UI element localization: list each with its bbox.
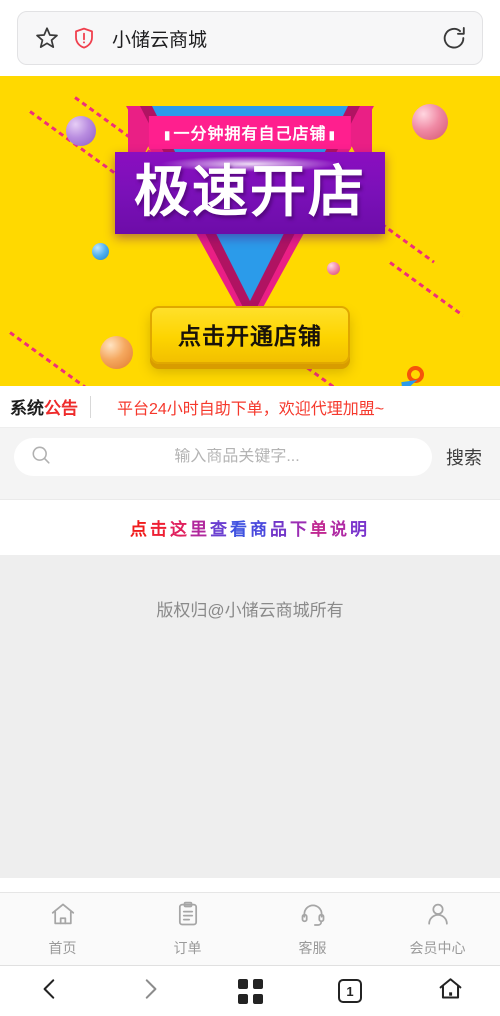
notice-divider [90, 395, 91, 418]
order-instructions-char: 说 [330, 520, 350, 539]
order-instructions-char: 品 [270, 520, 290, 539]
order-instructions-char: 这 [170, 520, 190, 539]
open-shop-button[interactable]: 点击开通店铺 [150, 306, 350, 364]
banner-ribbon-text: 一分钟拥有自己店铺 [162, 124, 338, 143]
tab-home[interactable]: 首页 [0, 893, 125, 965]
forward-chevron-icon [137, 976, 163, 1007]
decor-ring-arrow [401, 366, 430, 386]
open-shop-button-label: 点击开通店铺 [178, 324, 322, 350]
banner-ribbon: 一分钟拥有自己店铺 [148, 116, 352, 149]
notice-label-black: 系统 [10, 399, 44, 418]
tab-support[interactable]: 客服 [250, 893, 375, 965]
back-chevron-icon [37, 976, 63, 1007]
browser-bottom-bar: 1 [0, 966, 500, 1016]
decor-sphere-purple [66, 116, 96, 146]
browser-forward-button[interactable] [100, 976, 200, 1007]
tab-support-label: 客服 [298, 940, 327, 956]
home-icon [49, 900, 77, 933]
search-button[interactable]: 搜索 [446, 444, 488, 470]
browser-home-button[interactable] [400, 975, 500, 1007]
order-instructions-char: 商 [250, 520, 270, 539]
order-instructions-char: 明 [350, 520, 370, 539]
order-instructions-row: 点击这里查看商品下单说明 [0, 500, 500, 556]
order-instructions-char: 点 [130, 520, 150, 539]
system-notice-label: 系统公告 [10, 394, 78, 419]
system-notice-text: 平台24小时自助下单，欢迎代理加盟~ [117, 400, 385, 418]
tab-count-badge: 1 [338, 979, 362, 1003]
banner-headline: 极速开店 [134, 160, 366, 225]
refresh-icon[interactable] [440, 24, 468, 52]
order-instructions-char: 单 [310, 520, 330, 539]
order-instructions-char: 看 [230, 520, 250, 539]
tab-orders-label: 订单 [173, 940, 202, 956]
search-icon [30, 444, 52, 471]
section-spacer [0, 486, 500, 500]
order-instructions-char: 下 [290, 520, 310, 539]
order-instructions-char: 里 [190, 520, 210, 539]
star-icon[interactable] [34, 25, 60, 51]
home-icon [437, 975, 464, 1007]
tab-orders[interactable]: 订单 [125, 893, 250, 965]
tab-member-center[interactable]: 会员中心 [375, 893, 500, 965]
decor-sphere-blue [92, 243, 109, 260]
decor-sphere-orange [100, 336, 133, 369]
browser-menu-button[interactable] [200, 978, 300, 1004]
system-notice-bar[interactable]: 系统公告 平台24小时自助下单，欢迎代理加盟~ [0, 386, 500, 428]
app-tab-bar: 首页 订单 客服 会员中心 [0, 892, 500, 966]
grid-icon [237, 978, 263, 1004]
security-shield-icon[interactable] [72, 26, 96, 50]
notice-label-red: 公告 [44, 399, 78, 418]
decor-sphere-pink [412, 104, 448, 140]
promo-banner[interactable]: 一分钟拥有自己店铺 极速开店 点击开通店铺 [0, 76, 500, 386]
tab-home-label: 首页 [48, 940, 77, 956]
decor-diagonal-line [299, 361, 382, 386]
copyright-text: 版权归@小储云商城所有 [156, 601, 344, 620]
browser-tabs-button[interactable]: 1 [300, 979, 400, 1003]
tab-member-center-label: 会员中心 [409, 940, 466, 956]
decor-sphere-pink-small [327, 262, 340, 275]
order-instructions-link[interactable]: 点击这里查看商品下单说明 [130, 515, 370, 540]
url-bar-field[interactable]: 小储云商城 [17, 11, 483, 65]
search-field-container[interactable] [14, 438, 432, 476]
browser-url-bar: 小储云商城 [0, 0, 500, 76]
clipboard-icon [174, 900, 202, 933]
page-title: 小储云商城 [112, 29, 208, 51]
order-instructions-char: 查 [210, 520, 230, 539]
decor-diagonal-line [389, 261, 464, 317]
banner-headline-box: 极速开店 [115, 152, 385, 234]
phone-screen: 小储云商城 一 [0, 0, 500, 1016]
content-area: 版权归@小储云商城所有 [0, 556, 500, 878]
order-instructions-char: 击 [150, 520, 170, 539]
search-bar: 搜索 [0, 428, 500, 486]
person-icon [424, 900, 452, 933]
headset-icon [299, 900, 327, 933]
browser-back-button[interactable] [0, 976, 100, 1007]
search-input[interactable] [58, 448, 416, 466]
